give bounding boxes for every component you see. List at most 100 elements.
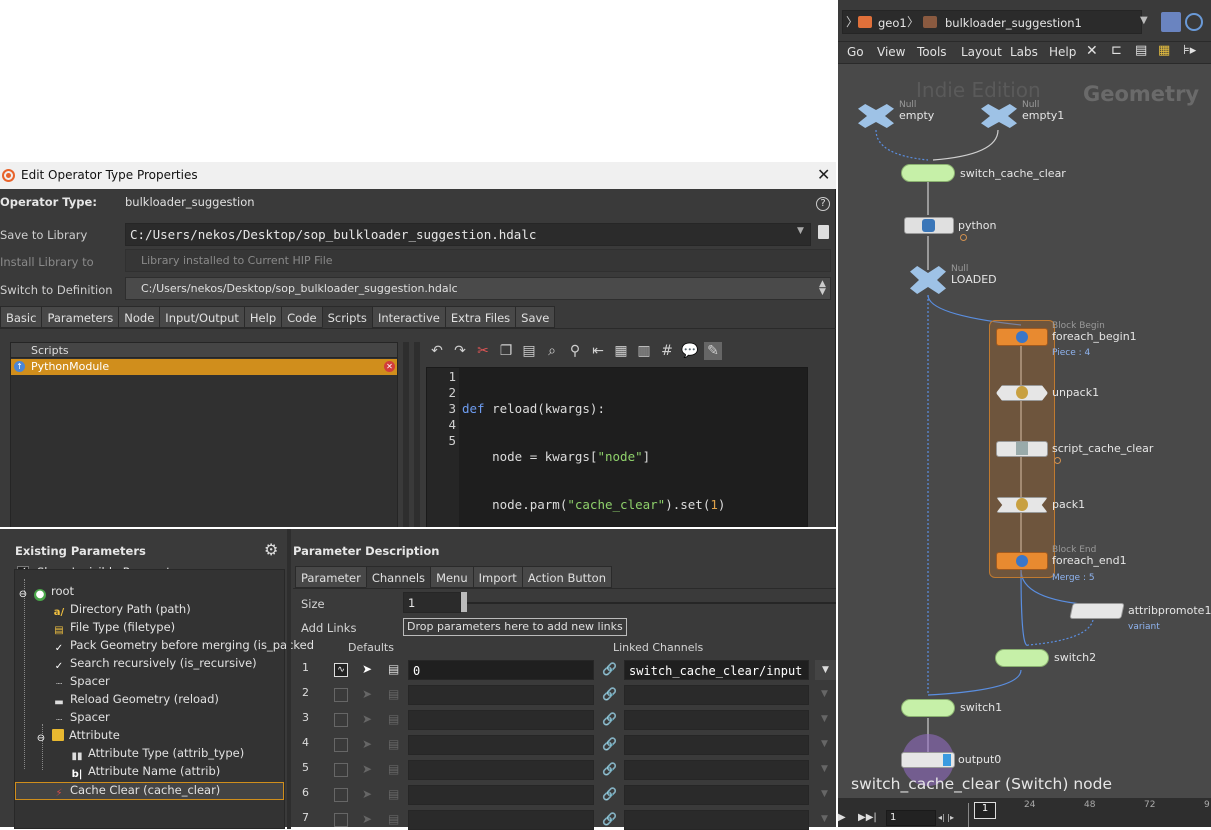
code-line: node.parm("cache_clear").set(1)	[462, 497, 726, 512]
paste-icon[interactable]: ▤	[520, 342, 538, 360]
tab-parameter[interactable]: Parameter	[295, 566, 367, 588]
timeline-bar[interactable]: ▶ ▶▶| 1 ◂| |▸ 1 24 48 72 9	[838, 798, 1211, 827]
pointer-icon: ➤	[362, 762, 373, 776]
tree-item-is-packed[interactable]: ✓ Pack Geometry before merging (is_packed	[53, 638, 314, 656]
undo-icon[interactable]: ↶	[428, 342, 446, 360]
gear-icon[interactable]: ⚙	[264, 540, 278, 559]
tab-scripts[interactable]: Scripts	[321, 306, 373, 328]
save-to-library-field[interactable]: C:/Users/nekos/Desktop/sop_bulkloader_su…	[125, 223, 811, 246]
link-icon[interactable]: 🔗	[602, 662, 617, 676]
tree-item-root[interactable]: ⊖ ● root	[17, 584, 74, 602]
line-number: 4	[448, 417, 456, 432]
default-value-field	[408, 810, 594, 830]
switch-definition-menu[interactable]: C:/Users/nekos/Desktop/sop_bulkloader_su…	[125, 277, 831, 300]
tree-item-reload[interactable]: ▬ Reload Geometry (reload)	[53, 692, 219, 710]
tab-interactive[interactable]: Interactive	[371, 306, 446, 328]
skip-end-icon[interactable]: ▶▶|	[858, 812, 877, 823]
code-line: def reload(kwargs):	[462, 401, 605, 416]
default-value-field	[408, 785, 594, 805]
step-icon[interactable]: ◂| |▸	[938, 813, 954, 822]
edit-icon[interactable]: ✎	[704, 342, 722, 360]
tree-item-path[interactable]: a/Directory Path (path)	[53, 602, 191, 620]
menu-icon[interactable]: ▤	[388, 662, 399, 676]
splitter-2[interactable]	[414, 342, 420, 528]
pointer-icon: ➤	[362, 712, 373, 726]
tab-node[interactable]: Node	[118, 306, 161, 328]
scripts-header-label: Scripts	[31, 344, 69, 357]
close-icon[interactable]: ✕	[817, 165, 830, 184]
redo-icon[interactable]: ↷	[451, 342, 469, 360]
tab-extra-files[interactable]: Extra Files	[444, 306, 517, 328]
linked-channel-field	[624, 810, 809, 830]
tab-help[interactable]: Help	[243, 306, 283, 328]
edit-operator-type-window: Edit Operator Type Properties ✕ Operator…	[0, 162, 836, 560]
tree-item-spacer-2[interactable]: ┈ Spacer	[53, 710, 110, 728]
tree-item-is-recursive[interactable]: ✓ Search recursively (is_recursive)	[53, 656, 257, 674]
updown-arrow-icon: ▲ ▼	[819, 279, 826, 297]
tab-parameters[interactable]: Parameters	[41, 306, 120, 328]
tab-action-button[interactable]: Action Button	[521, 566, 613, 588]
tree-item-attrib[interactable]: b| Attribute Name (attrib)	[71, 764, 221, 782]
file-browse-icon[interactable]	[818, 225, 829, 239]
dropdown-arrow-icon[interactable]: ▼	[797, 226, 804, 236]
help-icon[interactable]: ?	[816, 197, 830, 211]
tree-line	[24, 579, 25, 769]
tab-code[interactable]: Code	[281, 306, 323, 328]
tab-channels[interactable]: Channels	[365, 566, 432, 588]
find-icon[interactable]: ⌕	[543, 342, 561, 360]
node-label-script-cache-clear: script_cache_clear	[1052, 442, 1154, 455]
node-switch1[interactable]	[901, 699, 955, 717]
tree-item-attrib-type[interactable]: ▮▮ Attribute Type (attrib_type)	[71, 746, 244, 764]
goto-icon[interactable]: ⇤	[589, 342, 607, 360]
collapse-icon[interactable]: ⊖	[35, 733, 47, 745]
tab-basic[interactable]: Basic	[0, 306, 43, 328]
code-editor[interactable]: 1 2 3 4 5 def reload(kwargs): node = kwa…	[426, 367, 808, 560]
tree-item-spacer[interactable]: ┈ Spacer	[53, 674, 110, 692]
tab-save[interactable]: Save	[515, 306, 556, 328]
frame-field[interactable]: 1	[886, 810, 936, 826]
linked-channel-field[interactable]: switch_cache_clear/input	[624, 660, 809, 680]
script-icon	[1016, 442, 1028, 455]
tab-import[interactable]: Import	[472, 566, 523, 588]
link-icon: 🔗	[602, 762, 617, 776]
copy-icon[interactable]: ❐	[497, 342, 515, 360]
comment-icon[interactable]: #	[658, 342, 676, 360]
dropdown-arrow-icon: ▼	[821, 814, 828, 824]
network-editor[interactable]: 〉 geo1 〉 bulkloader_suggestion1 ▼ Go Vie…	[838, 0, 1211, 827]
tree-item-attribute-folder[interactable]: ⊖ Attribute	[35, 728, 120, 746]
size-slider-track[interactable]	[467, 602, 836, 604]
scripts-list[interactable]: Scripts ↑ PythonModule ✕	[10, 342, 398, 528]
parameter-tree[interactable]: ⊖ ● root a/Directory Path (path) ▤ File Typ…	[14, 569, 314, 829]
dialog-tabs: Basic Parameters Node Input/Output Help …	[0, 306, 556, 328]
tree-item-filetype[interactable]: ▤ File Type (filetype)	[53, 620, 175, 638]
size-field[interactable]: 1	[403, 592, 461, 613]
tree-item-label: Attribute Name (attrib)	[88, 764, 221, 778]
tab-menu[interactable]: Menu	[430, 566, 474, 588]
node-label-foreach-begin1: foreach_begin1	[1052, 330, 1137, 343]
expression-icon[interactable]: ∿	[334, 663, 348, 677]
collapse-icon[interactable]: ⊖	[17, 589, 29, 601]
unindent-icon[interactable]: ▥	[635, 342, 653, 360]
node-switch2[interactable]	[995, 649, 1049, 667]
tab-input-output[interactable]: Input/Output	[159, 306, 245, 328]
replace-icon[interactable]: ⚲	[566, 342, 584, 360]
cut-icon[interactable]: ✂	[474, 342, 492, 360]
node-attribpromote1[interactable]	[1069, 603, 1125, 619]
string-icon: b|	[71, 769, 83, 780]
script-item-python-module[interactable]: ↑ PythonModule ✕	[11, 359, 397, 375]
tree-item-cache-clear[interactable]: ⚡ Cache Clear (cache_clear)	[15, 782, 284, 800]
play-icon[interactable]: ▶	[838, 812, 846, 823]
splitter[interactable]	[403, 342, 409, 528]
delete-icon[interactable]: ✕	[384, 361, 395, 372]
node-info-merge: Merge : 5	[1052, 573, 1095, 583]
uncomment-icon[interactable]: 💬	[681, 342, 699, 360]
splitter[interactable]	[287, 529, 291, 829]
default-value-field[interactable]: 0	[408, 660, 594, 680]
dropdown-arrow-icon[interactable]: ▼	[815, 660, 836, 680]
drop-links-zone[interactable]: Drop parameters here to add new links	[403, 618, 627, 636]
menu-icon: ▤	[388, 712, 400, 726]
pointer-icon[interactable]: ➤	[362, 662, 372, 676]
expression-icon	[334, 763, 348, 777]
indent-icon[interactable]: ▦	[612, 342, 630, 360]
node-switch-cache-clear[interactable]	[901, 164, 955, 182]
